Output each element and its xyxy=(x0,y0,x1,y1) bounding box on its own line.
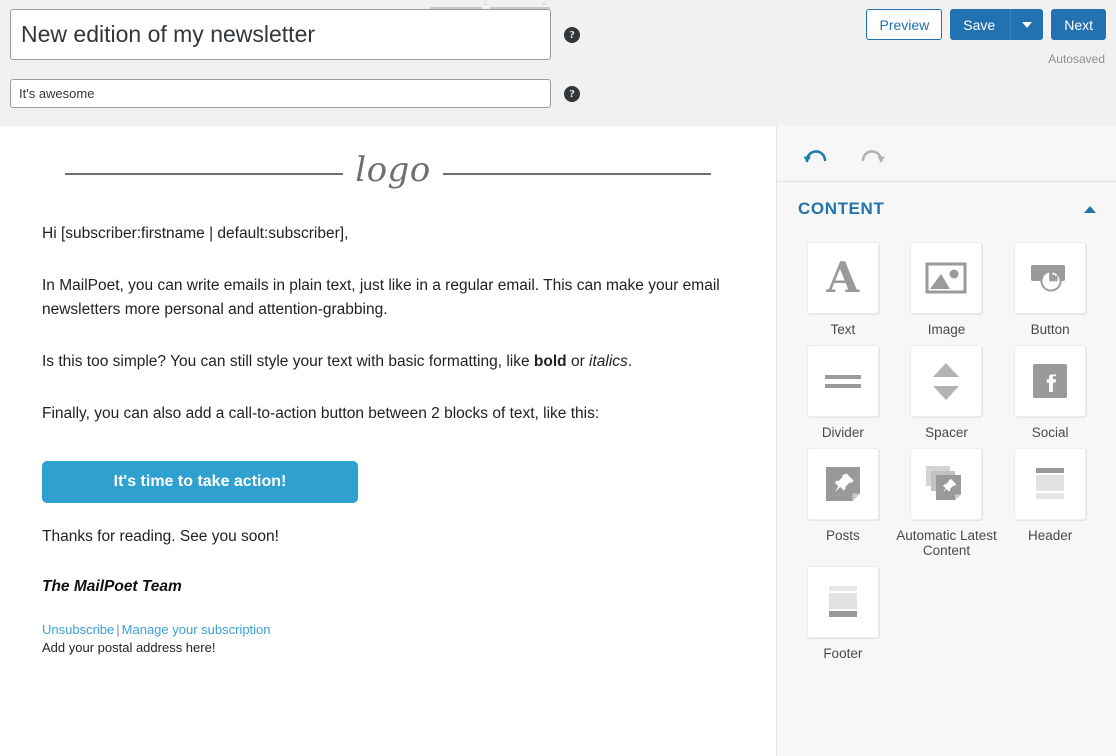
editor-sidebar: CONTENT A Text Image Button Divider Spac… xyxy=(776,126,1116,756)
postal-address-text[interactable]: Add your postal address here! xyxy=(42,640,734,655)
formatting-paragraph-mid: or xyxy=(566,352,590,370)
step-number-1: 1 xyxy=(482,0,489,8)
widget-header[interactable]: Header xyxy=(998,442,1102,557)
widget-automatic-latest-content[interactable]: Automatic Latest Content xyxy=(895,442,999,557)
spacer-icon xyxy=(933,362,960,400)
widget-footer-label: Footer xyxy=(823,645,863,661)
intro-paragraph[interactable]: In MailPoet, you can write emails in pla… xyxy=(42,274,734,321)
formatting-bold-word: bold xyxy=(533,352,567,370)
redo-button[interactable] xyxy=(855,139,889,169)
formatting-paragraph-pre: Is this too simple? You can still style … xyxy=(42,352,534,370)
widget-divider-tile xyxy=(806,345,879,418)
widget-spacer-tile xyxy=(910,345,983,418)
history-toolbar xyxy=(777,126,1116,182)
automatic-latest-content-icon xyxy=(926,466,962,501)
social-facebook-icon xyxy=(1033,364,1068,399)
widget-footer-tile xyxy=(806,565,879,638)
unsubscribe-link[interactable]: Unsubscribe xyxy=(42,622,114,637)
mailpoet-newsletter-editor: 1 2 ? ? Preview Save Next Autosaved xyxy=(0,0,1116,756)
widget-header-label: Header xyxy=(1028,528,1073,544)
widget-automatic-latest-content-tile xyxy=(910,448,983,521)
preview-button[interactable]: Preview xyxy=(866,9,943,40)
subject-help-icon[interactable]: ? xyxy=(564,26,580,43)
widget-text-label: Text xyxy=(830,322,856,337)
preheader-help-icon[interactable]: ? xyxy=(564,85,580,102)
redo-icon xyxy=(861,149,885,162)
formatting-paragraph[interactable]: Is this too simple? You can still style … xyxy=(42,350,734,373)
preheader-row: ? xyxy=(10,79,580,108)
widget-image-tile xyxy=(910,242,983,314)
header-logo-block[interactable]: logo xyxy=(42,126,734,222)
widget-social[interactable]: Social xyxy=(998,339,1102,440)
thanks-paragraph[interactable]: Thanks for reading. See you soon! xyxy=(42,525,734,548)
preheader-input[interactable] xyxy=(10,79,551,108)
widget-posts-tile xyxy=(806,448,879,521)
undo-button[interactable] xyxy=(799,139,833,169)
widget-image-label: Image xyxy=(927,322,966,337)
widget-automatic-latest-content-label: Automatic Latest Content xyxy=(896,528,997,558)
save-button-group: Save xyxy=(950,9,1044,40)
widget-footer[interactable]: Footer xyxy=(791,560,895,661)
widget-button-label: Button xyxy=(1030,322,1070,337)
subject-input[interactable] xyxy=(10,9,551,60)
newsletter-canvas[interactable]: logo Hi [subscriber:firstname | default:… xyxy=(0,126,776,756)
formatting-paragraph-end: . xyxy=(627,352,633,370)
formatting-italic-word: italics xyxy=(589,352,628,370)
save-dropdown-button[interactable] xyxy=(1010,9,1044,40)
signature-text[interactable]: The MailPoet Team xyxy=(42,578,734,596)
footer-icon xyxy=(828,585,857,617)
footer-link-separator: | xyxy=(116,621,120,637)
email-body: logo Hi [subscriber:firstname | default:… xyxy=(0,126,776,655)
logo-rule-right xyxy=(442,173,711,175)
widget-button[interactable]: Button xyxy=(998,236,1102,337)
editor-topbar: 1 2 ? ? Preview Save Next Autosaved xyxy=(0,0,1116,126)
content-section-title: CONTENT xyxy=(798,199,885,218)
chevron-down-icon xyxy=(1021,21,1032,28)
button-icon xyxy=(1031,265,1066,292)
step-number-2: 2 xyxy=(542,0,549,8)
widget-spacer[interactable]: Spacer xyxy=(895,339,999,440)
next-button[interactable]: Next xyxy=(1051,9,1106,40)
posts-pin-icon xyxy=(825,467,860,502)
widget-header-tile xyxy=(1014,448,1087,521)
widget-posts-label: Posts xyxy=(825,528,860,544)
widget-text-tile: A xyxy=(806,242,879,314)
header-icon xyxy=(1036,468,1065,500)
logo-rule-left xyxy=(65,173,344,175)
topbar-actions: Preview Save Next xyxy=(866,9,1106,40)
widget-posts[interactable]: Posts xyxy=(791,442,895,557)
cta-intro-paragraph[interactable]: Finally, you can also add a call-to-acti… xyxy=(42,402,734,425)
image-icon xyxy=(925,262,967,294)
logo-text: logo xyxy=(355,150,431,190)
greeting-text[interactable]: Hi [subscriber:firstname | default:subsc… xyxy=(42,222,734,245)
manage-subscription-link[interactable]: Manage your subscription xyxy=(122,622,271,637)
text-icon: A xyxy=(826,253,860,302)
widget-spacer-label: Spacer xyxy=(925,425,968,441)
widget-divider-label: Divider xyxy=(821,425,864,441)
autosaved-status: Autosaved xyxy=(1048,52,1105,66)
undo-icon xyxy=(803,149,827,162)
widget-divider[interactable]: Divider xyxy=(791,339,895,440)
call-to-action-button[interactable]: It's time to take action! xyxy=(42,461,358,504)
subject-row: ? xyxy=(10,9,580,60)
content-section-header[interactable]: CONTENT xyxy=(777,182,1116,236)
content-widget-grid: A Text Image Button Divider Spacer Socia… xyxy=(777,236,1116,661)
widget-button-tile xyxy=(1014,242,1087,314)
widget-social-label: Social xyxy=(1031,425,1069,441)
widget-social-tile xyxy=(1014,345,1087,418)
divider-icon xyxy=(824,374,861,388)
widget-text[interactable]: A Text xyxy=(791,236,895,337)
footer-links: Unsubscribe | Manage your subscription xyxy=(42,622,734,637)
widget-image[interactable]: Image xyxy=(895,236,999,337)
save-button[interactable]: Save xyxy=(950,9,1011,40)
chevron-up-icon[interactable] xyxy=(1084,205,1096,213)
